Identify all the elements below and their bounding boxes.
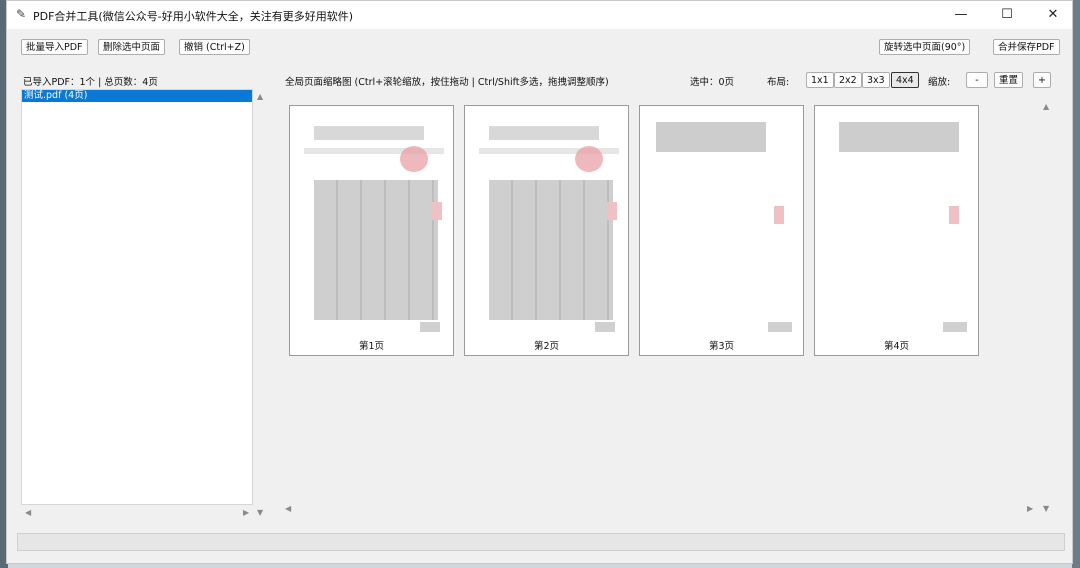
page-caption: 第4页 xyxy=(883,341,910,352)
status-bar xyxy=(17,533,1065,551)
zoom-reset-button[interactable]: 重置 xyxy=(994,72,1024,88)
title-bar[interactable]: ✎ PDF合并工具(微信公众号-好用小软件大全，关注有更多好用软件) — ☐ ✕ xyxy=(7,1,1072,29)
minimize-button[interactable]: — xyxy=(938,1,984,29)
scroll-up-icon[interactable]: ▲ xyxy=(257,92,263,102)
page-thumbnail-4[interactable]: 第4页 xyxy=(814,105,979,356)
scroll-left-icon[interactable]: ◀ xyxy=(25,508,31,518)
page-preview xyxy=(644,110,799,336)
page-thumbnail-3[interactable]: 第3页 xyxy=(639,105,804,356)
selection-count: 选中：0页 xyxy=(690,77,735,88)
layout-label: 布局: xyxy=(767,77,790,88)
rotate-pages-button[interactable]: 旋转选中页面(90°) xyxy=(879,39,971,55)
thumbnail-hint: 全局页面缩略图 (Ctrl+滚轮缩放，按住拖动 | Ctrl/Shift多选，拖… xyxy=(285,77,609,88)
pdf-file-list[interactable]: 测试.pdf (4页) xyxy=(21,89,253,505)
merge-save-button[interactable]: 合并保存PDF xyxy=(993,39,1060,55)
layout-1x1-button[interactable]: 1x1 xyxy=(806,72,834,88)
page-preview xyxy=(469,110,624,336)
scroll-right-icon[interactable]: ▶ xyxy=(243,508,249,518)
zoom-label: 缩放: xyxy=(928,77,951,88)
page-preview xyxy=(819,110,974,336)
import-pdf-button[interactable]: 批量导入PDF xyxy=(21,39,88,55)
feather-icon: ✎ xyxy=(16,7,27,21)
canvas-scroll-down-icon[interactable]: ▼ xyxy=(1043,504,1049,514)
page-caption: 第1页 xyxy=(358,341,385,352)
page-thumbnail-2[interactable]: 第2页 xyxy=(464,105,629,356)
import-summary: 已导入PDF：1个 | 总页数：4页 xyxy=(23,77,158,88)
canvas-scroll-right-icon[interactable]: ▶ xyxy=(1027,504,1033,514)
page-caption: 第3页 xyxy=(708,341,735,352)
zoom-out-button[interactable]: - xyxy=(966,72,988,88)
layout-3x3-button[interactable]: 3x3 xyxy=(862,72,890,88)
maximize-button[interactable]: ☐ xyxy=(984,1,1030,29)
undo-button[interactable]: 撤销 (Ctrl+Z) xyxy=(179,39,250,55)
canvas-scroll-up-icon[interactable]: ▲ xyxy=(1043,102,1049,112)
page-caption: 第2页 xyxy=(533,341,560,352)
canvas-scroll-left-icon[interactable]: ◀ xyxy=(285,504,291,514)
scroll-down-icon[interactable]: ▼ xyxy=(257,508,263,518)
app-window: ✎ PDF合并工具(微信公众号-好用小软件大全，关注有更多好用软件) — ☐ ✕… xyxy=(6,0,1073,564)
layout-2x2-button[interactable]: 2x2 xyxy=(834,72,862,88)
delete-pages-button[interactable]: 删除选中页面 xyxy=(98,39,166,55)
list-item[interactable]: 测试.pdf (4页) xyxy=(22,90,252,102)
page-thumbnail-1[interactable]: 第1页 xyxy=(289,105,454,356)
layout-4x4-button[interactable]: 4x4 xyxy=(891,72,919,88)
page-preview xyxy=(294,110,449,336)
window-title: PDF合并工具(微信公众号-好用小软件大全，关注有更多好用软件) xyxy=(33,10,353,23)
close-button[interactable]: ✕ xyxy=(1030,1,1076,29)
zoom-in-button[interactable]: + xyxy=(1033,72,1051,88)
desktop-background-right xyxy=(1072,0,1080,568)
